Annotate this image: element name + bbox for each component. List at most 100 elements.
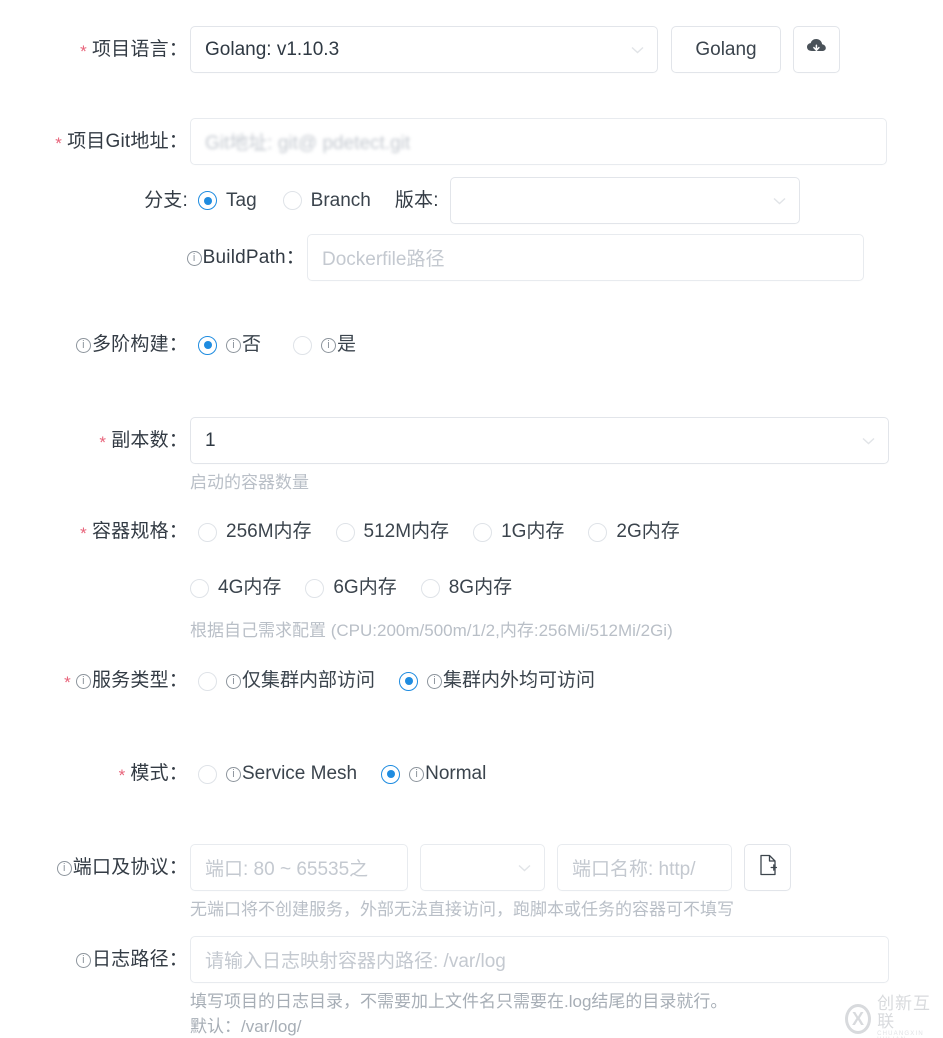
service-type-option-internal-label: i 仅集群内部访问 [226, 670, 375, 692]
radio-dot[interactable] [198, 671, 217, 691]
info-icon[interactable]: i [409, 767, 425, 782]
container-spec-option-1g[interactable]: 1G内存 [473, 521, 564, 543]
log-path-hint-line1: 填写项目的日志目录，不需要加上文件名只需要在.log结尾的目录就行。 [190, 992, 728, 1011]
container-spec-option-256m[interactable]: 256M内存 [198, 521, 312, 543]
radio-dot[interactable] [293, 335, 313, 355]
mode-label: * 模式： [40, 761, 188, 787]
radio-dot[interactable] [282, 191, 302, 210]
form-row-mode: * 模式： i Service Mesh i Normal [40, 761, 940, 787]
port-number-placeholder: 端口: 80 ~ 65535之 [205, 859, 369, 880]
service-type-option-internal[interactable]: i 仅集群内部访问 [198, 670, 375, 692]
container-spec-option-512m[interactable]: 512M内存 [335, 521, 449, 543]
multi-stage-option-no[interactable]: i否 [198, 334, 261, 356]
multi-stage-build-label: i 多阶构建： [40, 332, 188, 358]
log-path-label-text: 日志路径： [91, 949, 188, 970]
container-spec-option-6g-label: 6G内存 [333, 577, 397, 598]
add-port-button[interactable] [744, 844, 791, 891]
watermark-text: 创新互联 CHUANGXIN HULIAN [877, 995, 943, 1038]
replicas-label-text: 副本数： [111, 430, 188, 451]
container-spec-option-1g-label: 1G内存 [501, 521, 565, 542]
version-label: 版本: [395, 188, 439, 214]
replicas-select[interactable]: 1 [190, 417, 889, 464]
port-protocol-label: i 端口及协议： [40, 844, 188, 881]
language-tag-button[interactable]: Golang [671, 26, 781, 73]
git-address-input[interactable]: Git地址: git@ pdetect.git [190, 118, 887, 165]
radio-dot[interactable] [473, 522, 493, 542]
branch-option-branch[interactable]: Branch [282, 190, 371, 212]
radio-dot[interactable] [198, 764, 217, 784]
radio-dot[interactable] [335, 522, 355, 542]
watermark-text-cn: 创新互联 [877, 994, 932, 1031]
port-name-placeholder: 端口名称: http/ [572, 859, 696, 880]
language-tag-label: Golang [695, 38, 757, 60]
version-select[interactable] [449, 177, 800, 224]
branch-radio-group: Tag Branch [198, 190, 371, 212]
info-icon[interactable]: i [226, 767, 241, 782]
radio-dot[interactable] [588, 522, 608, 542]
info-icon[interactable]: i [56, 861, 72, 876]
info-icon[interactable]: i [75, 338, 91, 353]
port-name-input[interactable]: 端口名称: http/ [557, 844, 732, 891]
radio-dot[interactable] [198, 522, 217, 542]
mode-option-normal[interactable]: i Normal [381, 763, 486, 785]
container-spec-option-2g[interactable]: 2G内存 [588, 521, 680, 543]
replicas-hint: 启动的容器数量 [190, 473, 309, 492]
container-spec-label: * 容器规格： [40, 519, 188, 545]
form-row-branch: 分支: Tag Branch 版本: [40, 177, 900, 224]
branch-label: 分支: [40, 188, 188, 214]
info-icon[interactable]: i [226, 338, 241, 353]
log-path-hint-line2: 默认：/var/log/ [190, 1017, 302, 1036]
container-spec-option-8g[interactable]: 8G内存 [420, 577, 512, 599]
form-row-build-path: i BuildPath： Dockerfile路径 [40, 234, 900, 281]
log-path-label: i 日志路径： [40, 936, 188, 973]
mode-option-service-mesh-label: i Service Mesh [226, 763, 357, 785]
radio-dot[interactable] [305, 578, 325, 598]
radio-dot-selected[interactable] [198, 191, 217, 210]
port-protocol-hint: 无端口将不创建服务，外部无法直接访问，跑脚本或任务的容器可不填写 [190, 900, 734, 919]
log-path-input[interactable]: 请输入日志映射容器内路径: /var/log [190, 936, 889, 983]
container-spec-option-256m-label: 256M内存 [226, 521, 312, 542]
service-type-option-external[interactable]: i 集群内外均可访问 [399, 670, 595, 692]
form-row-git-address: * 项目Git地址： Git地址: git@ pdetect.git [40, 118, 900, 165]
info-icon[interactable]: i [321, 338, 337, 353]
form-row-port-protocol: i 端口及协议： 端口: 80 ~ 65535之 端口名称: http/ [40, 844, 940, 891]
radio-dot-selected[interactable] [198, 335, 217, 355]
port-number-input[interactable]: 端口: 80 ~ 65535之 [190, 844, 408, 891]
info-icon[interactable]: i [75, 953, 91, 968]
branch-option-tag[interactable]: Tag [198, 190, 257, 212]
build-path-label: i BuildPath： [40, 234, 305, 271]
project-language-select[interactable]: Golang: v1.10.3 [190, 26, 658, 73]
radio-dot-selected[interactable] [399, 671, 419, 691]
cloud-download-button[interactable] [793, 26, 840, 73]
chevron-down-icon [773, 197, 786, 205]
git-address-label-text: 项目Git地址： [67, 131, 188, 152]
branch-option-tag-label: Tag [226, 189, 257, 211]
info-icon[interactable]: i [75, 674, 91, 689]
mode-option-service-mesh[interactable]: i Service Mesh [198, 763, 357, 785]
watermark-logo-icon: X [845, 1004, 872, 1035]
version-label-text: 版本: [394, 189, 439, 211]
required-asterisk: * [55, 134, 63, 153]
container-spec-option-4g[interactable]: 4G内存 [190, 577, 281, 599]
build-path-input[interactable]: Dockerfile路径 [307, 234, 864, 281]
chevron-down-icon [631, 46, 644, 54]
multi-stage-option-yes[interactable]: i是 [293, 334, 356, 356]
project-language-value: Golang: v1.10.3 [205, 38, 340, 60]
info-icon[interactable]: i [226, 674, 241, 689]
container-spec-hint: 根据自己需求配置 (CPU:200m/500m/1/2,内存:256Mi/512… [190, 621, 673, 640]
radio-dot[interactable] [190, 578, 209, 598]
service-type-label-text: 服务类型： [91, 670, 188, 691]
info-icon[interactable]: i [427, 674, 443, 689]
protocol-select[interactable] [420, 844, 545, 891]
required-asterisk: * [80, 42, 87, 61]
container-spec-option-6g[interactable]: 6G内存 [305, 577, 397, 599]
watermark-text-en: CHUANGXIN HULIAN [877, 1030, 924, 1038]
radio-dot[interactable] [420, 578, 440, 598]
form-row-multi-stage-build: i 多阶构建： i否 i是 [40, 332, 900, 358]
form-row-container-spec: * 容器规格： 256M内存 512M内存 1G内存 2G内存 [40, 519, 940, 545]
info-icon[interactable]: i [186, 251, 202, 266]
deployment-config-form: * 项目语言： Golang: v1.10.3 Golang * 项目Git地址： [0, 0, 943, 1038]
service-type-radio-group: i 仅集群内部访问 i 集群内外均可访问 [198, 670, 595, 692]
form-row-project-language: * 项目语言： Golang: v1.10.3 Golang [40, 26, 900, 73]
radio-dot-selected[interactable] [381, 764, 401, 784]
